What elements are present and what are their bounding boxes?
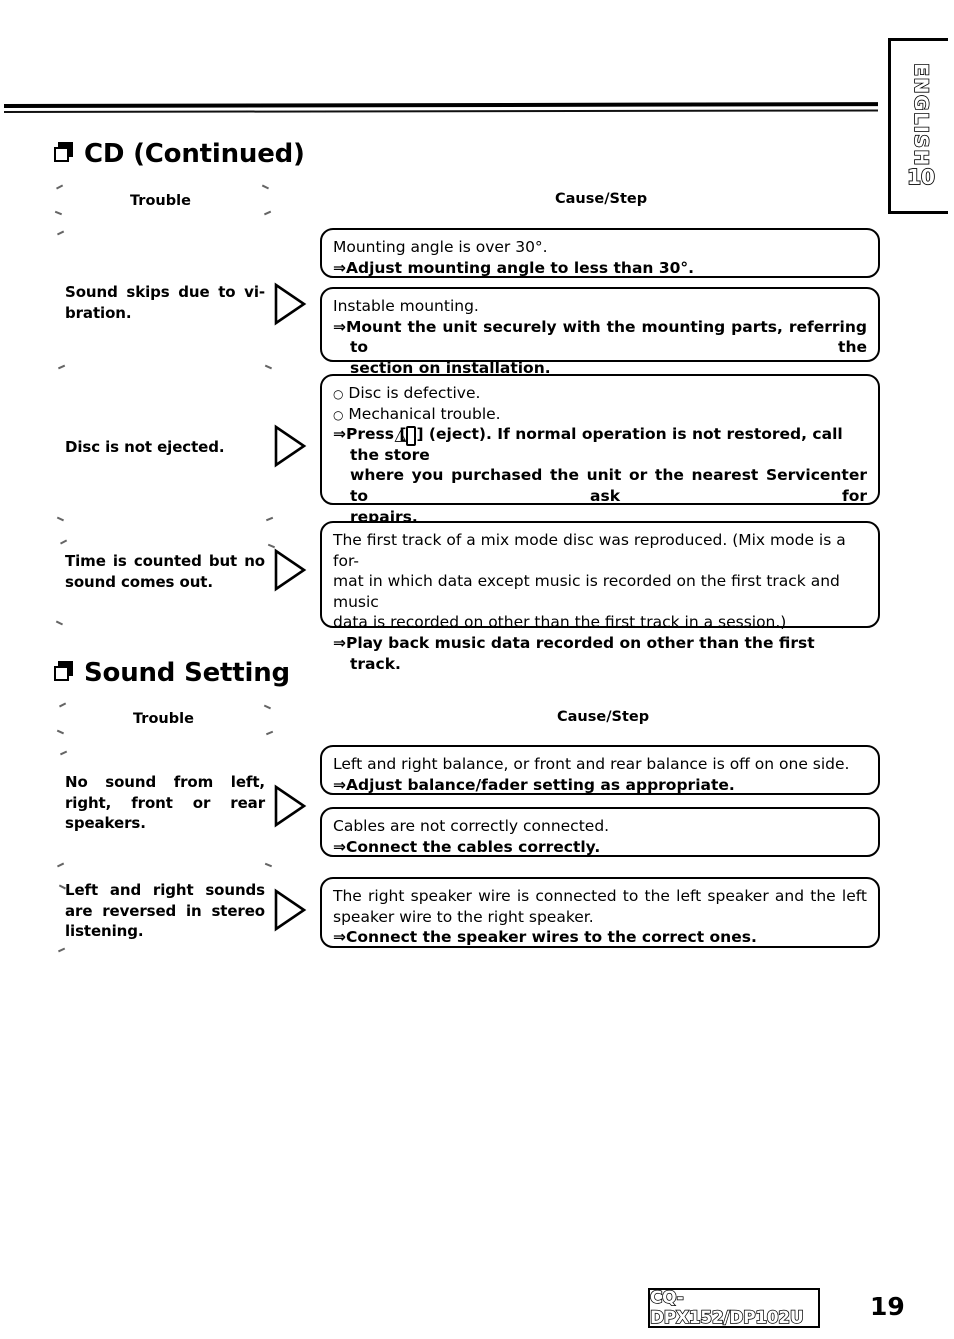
scan-artifact (267, 543, 276, 548)
scan-artifact (56, 620, 63, 626)
scan-artifact (56, 184, 63, 190)
language-tab: ENGLISH 10 (888, 38, 948, 214)
step-text: ⇒Press [△] (eject). If normal operation … (333, 425, 843, 464)
trouble-label-no-sound: No sound from left, right, front or rear… (65, 772, 265, 834)
scan-artifact (57, 230, 64, 236)
language-tab-label-wrap: ENGLISH (891, 55, 951, 175)
trouble-label-disc-not-ejected: Disc is not ejected. (65, 437, 265, 458)
step-text: ⇒Connect the speaker wires to the correc… (333, 928, 757, 947)
scan-artifact (265, 516, 274, 521)
arrow-triangle-icon (273, 888, 307, 932)
arrow-triangle-icon (273, 282, 307, 326)
scan-artifact (57, 862, 64, 868)
scan-artifact (264, 364, 273, 369)
trouble-line: are reversed in stereo (65, 901, 265, 920)
scan-artifact (56, 516, 65, 521)
scan-artifact (56, 729, 65, 734)
cause-text: mat in which data except music is record… (333, 572, 840, 611)
cause-step-box: Mounting angle is over 30°. ⇒Adjust moun… (320, 228, 880, 278)
trouble-label-left-right-reversed: Left and right sounds are reversed in st… (65, 880, 265, 942)
section-title-sound-setting: Sound Setting (84, 658, 290, 688)
trouble-line: listening. (65, 922, 144, 941)
step-text: ⇒Connect the cables correctly. (333, 837, 601, 856)
document-page: ENGLISH 10 CD (Continued) Trouble Cause/… (0, 0, 954, 1339)
step-text: ⇒Adjust mounting angle to less than 30°. (333, 258, 695, 277)
column-header-cause-step-sound: Cause/Step (557, 709, 650, 725)
trouble-line: Sound skips due to vi- (65, 283, 265, 301)
section-heading-cd: CD (Continued) (54, 141, 305, 167)
eject-key-glyph: △ (394, 426, 417, 446)
scan-artifact (264, 862, 273, 867)
trouble-line: right, front or rear (65, 793, 265, 812)
language-tab-label: ENGLISH (909, 62, 933, 167)
cause-step-box: The first track of a mix mode disc was r… (320, 521, 880, 673)
column-header-trouble-cd: Trouble (130, 193, 191, 209)
trouble-line: bration. (65, 303, 132, 322)
cause-bullet: ○ Disc is defective. (333, 384, 481, 402)
trouble-line: Left and right sounds (65, 881, 265, 899)
scan-artifact (57, 947, 66, 952)
arrow-triangle-icon (273, 548, 307, 592)
column-header-cause-step-cd: Cause/Step (555, 191, 648, 207)
model-number-box: CQ-DPX152/DP102U (648, 1287, 820, 1329)
scan-artifact (59, 702, 66, 708)
cause-text: Cables are not correctly connected. (333, 817, 610, 835)
trouble-label-time-counted: Time is counted but no sound comes out. (65, 551, 265, 592)
scan-artifact (54, 210, 63, 215)
scan-artifact (59, 750, 68, 755)
cause-step-box: The right speaker wire is connected to t… (320, 877, 880, 948)
section-title-cd: CD (Continued) (84, 139, 305, 169)
cause-text: The right speaker wire is connected to t… (333, 887, 867, 905)
scan-artifact (262, 184, 269, 190)
trouble-label-sound-skips: Sound skips due to vi- bration. (65, 282, 265, 323)
arrow-triangle-icon (273, 424, 307, 468)
section-heading-sound-setting: Sound Setting (54, 660, 290, 686)
scan-artifact (57, 364, 66, 369)
cause-text: speaker wire to the right speaker. (333, 907, 594, 926)
language-tab-number: 10 (906, 164, 936, 190)
square-bullet-icon (54, 660, 73, 683)
cause-text: Instable mounting. (333, 297, 479, 315)
cause-step-box: Cables are not correctly connected. ⇒Con… (320, 807, 880, 857)
cause-step-box: ○ Disc is defective. ○ Mechanical troubl… (320, 374, 880, 526)
rule-thin (3, 109, 879, 113)
trouble-line: No sound from left, (65, 773, 265, 791)
scan-artifact (263, 210, 272, 215)
model-number-label: CQ-DPX152/DP102U (649, 1287, 804, 1329)
cause-text: data is recorded on other than the first… (333, 613, 787, 632)
cause-text: Mounting angle is over 30°. (333, 238, 548, 256)
trouble-line: Disc is not ejected. (65, 438, 225, 456)
square-bullet-icon (54, 141, 73, 164)
cause-step-box: Left and right balance, or front and rea… (320, 745, 880, 795)
trouble-line: Time is counted but no (65, 552, 265, 570)
trouble-line: sound comes out. (65, 572, 213, 591)
page-number: 19 (870, 1292, 905, 1321)
cause-text: The first track of a mix mode disc was r… (333, 531, 846, 570)
scan-artifact (263, 704, 272, 709)
column-header-trouble-sound: Trouble (133, 711, 194, 727)
step-text: ⇒Mount the unit securely with the mounti… (333, 317, 867, 357)
step-text: ⇒Adjust balance/fader setting as appropr… (333, 775, 735, 794)
cause-step-box: Instable mounting. ⇒Mount the unit secur… (320, 287, 880, 377)
cause-text: Left and right balance, or front and rea… (333, 755, 850, 773)
cause-bullet: ○ Mechanical trouble. (333, 404, 501, 423)
arrow-triangle-icon (273, 784, 307, 828)
step-text: ⇒Play back music data recorded on other … (333, 634, 815, 673)
rule-thick (3, 102, 879, 108)
scan-artifact (265, 730, 274, 735)
step-text: where you purchased the unit or the near… (350, 466, 867, 506)
trouble-line: speakers. (65, 814, 146, 833)
scan-artifact (60, 539, 67, 545)
header-rule (3, 102, 879, 113)
